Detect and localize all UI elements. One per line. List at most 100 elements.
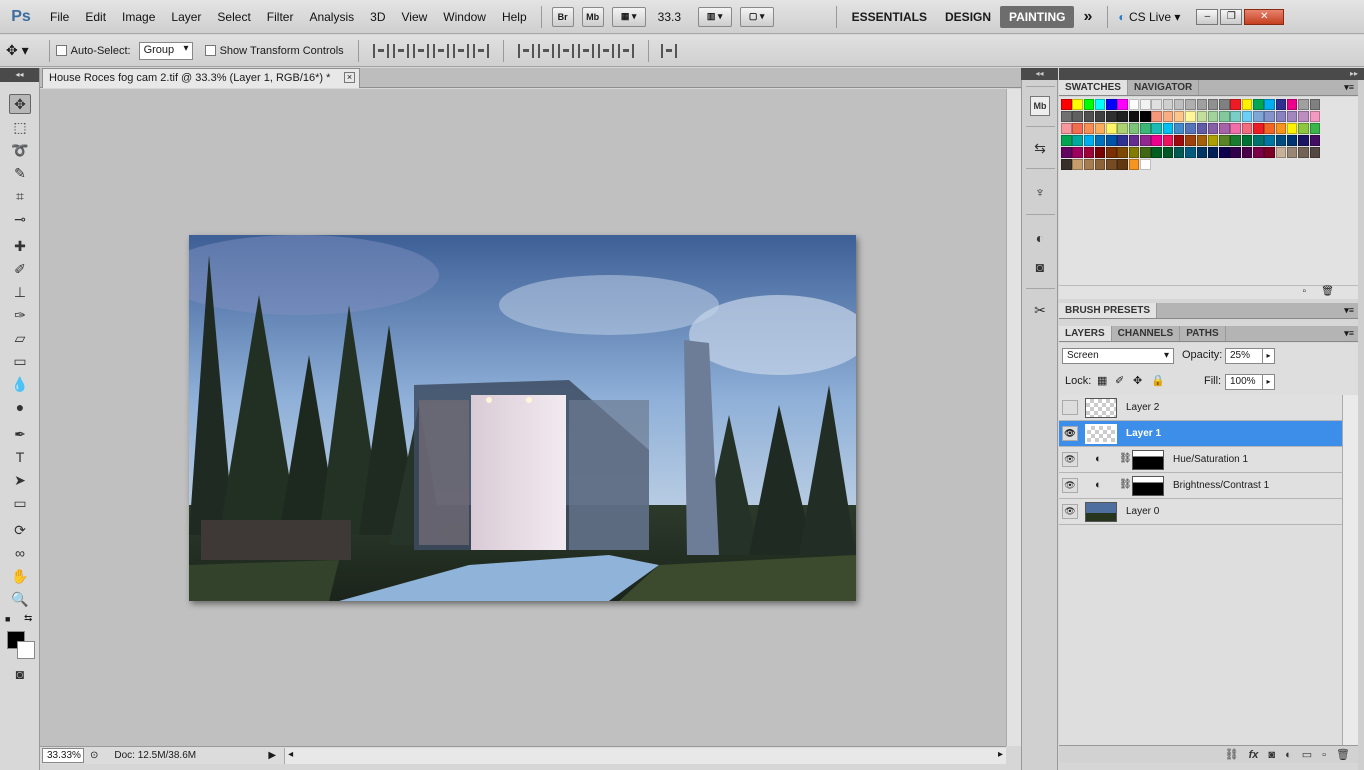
layer-row-layer-1[interactable]: 👁 Layer 1 [1059,421,1342,447]
opacity-slider-arrow-icon[interactable]: ▸ [1262,348,1275,364]
tab-channels[interactable]: CHANNELS [1112,326,1181,341]
color-swatch[interactable] [1151,135,1162,146]
color-swatch[interactable] [1072,99,1083,110]
color-swatch[interactable] [1094,111,1106,122]
color-swatch[interactable] [1286,123,1298,134]
distribute-bottom-icon[interactable] [557,43,574,58]
workspace-painting[interactable]: PAINTING [1000,5,1075,28]
clone-source-panel-icon[interactable]: ♆ [1030,182,1050,202]
color-swatch[interactable] [1286,135,1298,146]
color-swatch[interactable] [1117,111,1128,122]
new-layer-icon[interactable]: ▫ [1322,749,1326,761]
vertical-scrollbar[interactable] [1006,89,1021,746]
color-swatch[interactable] [1219,135,1230,146]
bridge-button[interactable]: Br [551,6,574,27]
color-swatch[interactable] [1298,123,1309,134]
3d-orbit-tool-icon[interactable]: ∞ [9,543,31,563]
masks-panel-icon[interactable]: ◙ [1030,257,1050,277]
color-swatch[interactable] [1106,135,1117,146]
path-selection-tool-icon[interactable]: ➤ [9,470,31,490]
eye-icon[interactable]: 👁 [1062,426,1078,441]
align-horizontal-center-icon[interactable] [452,43,469,58]
color-swatch[interactable] [1083,159,1095,170]
menu-layer[interactable]: Layer [163,0,209,34]
color-swatch[interactable] [1185,135,1196,146]
color-swatch[interactable] [1309,135,1321,146]
mini-bridge-panel-icon[interactable]: Mb [1030,96,1050,116]
color-swatch[interactable] [1185,111,1196,122]
color-swatch[interactable] [1106,99,1117,110]
color-swatch[interactable] [1196,135,1208,146]
color-swatch[interactable] [1173,123,1185,134]
menu-view[interactable]: View [393,0,435,34]
color-swatch[interactable] [1253,111,1264,122]
scroll-left-icon[interactable]: ◂ [288,749,293,760]
menu-3d[interactable]: 3D [362,0,393,34]
color-swatch[interactable] [1128,111,1140,122]
layer-mask-thumbnail[interactable] [1132,476,1164,496]
tab-brush-presets[interactable]: BRUSH PRESETS [1059,303,1158,318]
color-swatch[interactable] [1061,135,1072,146]
shape-tool-icon[interactable]: ▭ [9,493,31,513]
color-swatch[interactable] [1264,123,1275,134]
color-swatch[interactable] [1230,123,1241,134]
color-swatch[interactable] [1298,135,1309,146]
layer-row-brightness-contrast-1[interactable]: 👁 ◐ ⛓ Brightness/Contrast 1 [1059,473,1342,499]
color-swatch[interactable] [1072,123,1083,134]
color-swatch[interactable] [1094,99,1106,110]
tab-swatches[interactable]: SWATCHES [1059,80,1128,95]
layer-name[interactable]: Layer 2 [1126,402,1159,413]
auto-align-layers-icon[interactable] [660,43,677,58]
color-swatch[interactable] [1173,147,1185,158]
lasso-tool-icon[interactable]: ➰ [9,140,31,160]
dodge-tool-icon[interactable]: ● [9,397,31,417]
quick-selection-tool-icon[interactable]: ✎ [9,163,31,183]
color-swatch[interactable] [1151,147,1162,158]
close-document-icon[interactable]: × [344,72,355,83]
color-swatch[interactable] [1162,147,1174,158]
marquee-tool-icon[interactable]: ⬚ [9,117,31,137]
zoom-tool-icon[interactable]: 🔍 [9,589,31,609]
document-tab[interactable]: House Roces fog cam 2.tif @ 33.3% (Layer… [42,68,360,88]
color-swatch[interactable] [1286,111,1298,122]
color-swatch[interactable] [1173,135,1185,146]
new-adjustment-layer-icon[interactable]: ◐ [1285,749,1292,761]
toolbox-collapse-icon[interactable]: ◂◂ [0,68,39,82]
color-swatch[interactable] [1207,111,1219,122]
blend-mode-dropdown[interactable]: Screen ▾ [1062,348,1174,364]
layer-name[interactable]: Layer 0 [1126,506,1159,517]
align-left-icon[interactable] [432,43,449,58]
color-swatch[interactable] [1275,111,1287,122]
color-swatch[interactable] [1207,147,1219,158]
brush-presets-menu-icon[interactable]: ▾≡ [1344,305,1354,316]
color-swatch[interactable] [1117,99,1128,110]
color-swatch[interactable] [1128,147,1140,158]
type-tool-icon[interactable]: T [9,447,31,467]
crop-tool-icon[interactable]: ⌗ [9,186,31,206]
color-swatch[interactable] [1207,123,1219,134]
menu-file[interactable]: File [42,0,77,34]
lock-image-icon[interactable]: ✐ [1115,374,1124,387]
color-swatch[interactable] [1219,123,1230,134]
color-swatch[interactable] [1061,147,1072,158]
color-swatch[interactable] [1106,123,1117,134]
color-swatch[interactable] [1061,99,1072,110]
color-swatch[interactable] [1094,135,1106,146]
background-color-swatch[interactable] [17,641,35,659]
color-swatch[interactable] [1196,147,1208,158]
adjustments-panel-icon[interactable]: ◐ [1030,228,1050,248]
color-swatch[interactable] [1253,135,1264,146]
color-swatch[interactable] [1117,159,1128,170]
layer-row-hue-saturation-1[interactable]: 👁 ◐ ⛓ Hue/Saturation 1 [1059,447,1342,473]
screen-mode-icon[interactable]: ▢ ▾ [739,6,774,27]
move-tool-icon[interactable]: ✥ [9,94,31,114]
color-swatch[interactable] [1162,111,1174,122]
menu-analysis[interactable]: Analysis [301,0,362,34]
tab-layers[interactable]: LAYERS [1059,326,1112,341]
color-swatch[interactable] [1275,99,1287,110]
gradient-tool-icon[interactable]: ▭ [9,351,31,371]
menu-select[interactable]: Select [209,0,258,34]
color-swatch[interactable] [1151,123,1162,134]
arrange-documents-icon[interactable]: ▥ ▾ [697,6,732,27]
swatches-panel-menu-icon[interactable]: ▾≡ [1344,82,1354,93]
